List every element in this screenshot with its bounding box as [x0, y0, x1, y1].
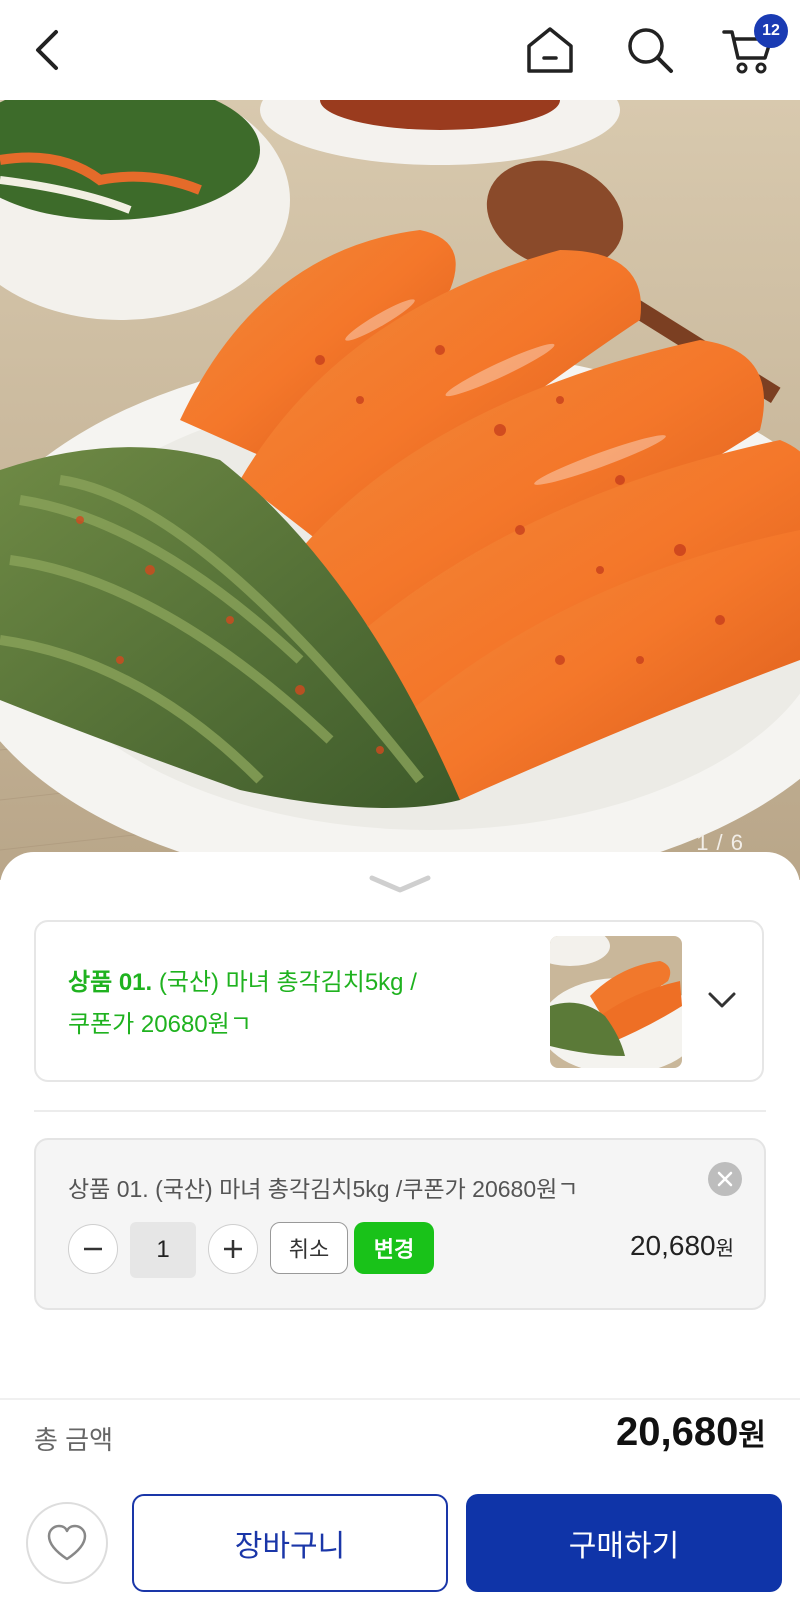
- cart-count-badge: 12: [754, 14, 788, 48]
- dropdown-arrow[interactable]: [704, 982, 740, 1018]
- quantity-input[interactable]: 1: [130, 1222, 196, 1278]
- quantity-increase-button[interactable]: [208, 1224, 258, 1274]
- line-item-currency: 원: [715, 1238, 734, 1260]
- selected-option-name: 상품 01. (국산) 마녀 총각김치5kg /쿠폰가 20680원ㄱ: [68, 1176, 579, 1202]
- option-thumbnail: [550, 936, 682, 1068]
- plus-icon: [224, 1240, 242, 1258]
- product-image[interactable]: 1 / 6: [0, 100, 800, 880]
- change-button[interactable]: 변경: [354, 1222, 434, 1274]
- close-icon: [717, 1171, 733, 1187]
- wishlist-button[interactable]: [26, 1502, 108, 1584]
- chevron-down-icon: [369, 875, 431, 893]
- total-label: 총 금액: [34, 1425, 113, 1455]
- back-button[interactable]: [18, 22, 78, 78]
- sheet-collapse-handle[interactable]: [368, 872, 432, 894]
- total-divider: [0, 1398, 800, 1400]
- divider: [34, 1110, 766, 1112]
- option-name-line2: 쿠폰가 20680원ㄱ: [68, 1011, 252, 1038]
- back-arrow-icon: [36, 30, 58, 70]
- line-item-amount: 20,680: [629, 1230, 716, 1261]
- search-icon: [628, 28, 673, 73]
- total-amount: 20,680: [616, 1410, 739, 1454]
- buy-now-button[interactable]: 구매하기: [466, 1494, 782, 1592]
- search-button[interactable]: [620, 22, 680, 78]
- line-item-price: 20,680원: [630, 1230, 734, 1262]
- chevron-down-icon: [708, 992, 736, 1008]
- minus-icon: [84, 1247, 102, 1251]
- remove-option-button[interactable]: [708, 1162, 742, 1196]
- top-bar: 12: [0, 0, 800, 100]
- quantity-decrease-button[interactable]: [68, 1224, 118, 1274]
- option-dropdown-label: 상품 01. (국산) 마녀 총각김치5kg / 쿠폰가 20680원ㄱ: [68, 962, 508, 1046]
- option-name-line1: (국산) 마녀 총각김치5kg /: [152, 969, 417, 996]
- product-photo: [0, 100, 800, 880]
- heart-icon: [47, 1524, 87, 1561]
- selected-option-card: 상품 01. (국산) 마녀 총각김치5kg /쿠폰가 20680원ㄱ 1 취소…: [34, 1138, 766, 1310]
- option-prefix: 상품 01.: [68, 969, 153, 996]
- add-to-cart-button[interactable]: 장바구니: [132, 1494, 448, 1592]
- total-price: 20,680원: [616, 1410, 766, 1455]
- home-icon: [527, 27, 573, 73]
- home-button[interactable]: [520, 22, 580, 78]
- option-dropdown[interactable]: 상품 01. (국산) 마녀 총각김치5kg / 쿠폰가 20680원ㄱ: [34, 920, 764, 1082]
- total-currency: 원: [738, 1419, 766, 1452]
- cancel-button[interactable]: 취소: [270, 1222, 348, 1274]
